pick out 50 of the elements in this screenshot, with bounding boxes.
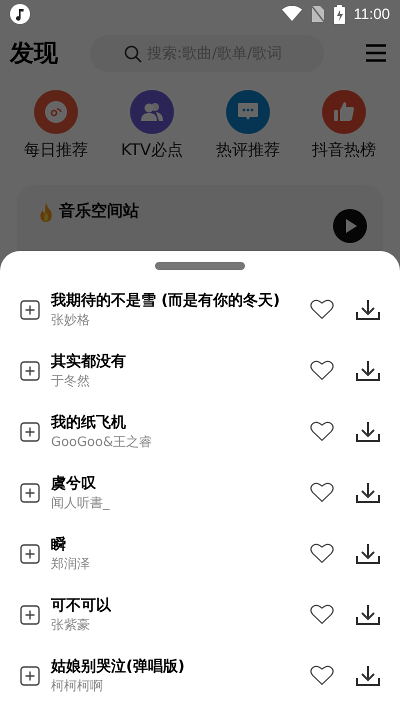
heart-icon[interactable] xyxy=(310,665,334,686)
flame-icon xyxy=(39,202,53,222)
page-title: 发现 xyxy=(10,38,59,69)
category-icon xyxy=(226,90,270,134)
heart-icon[interactable] xyxy=(310,604,334,625)
add-icon[interactable] xyxy=(20,360,40,380)
category-icon xyxy=(34,90,78,134)
heart-icon[interactable] xyxy=(310,421,334,442)
download-icon[interactable] xyxy=(356,604,380,626)
song-title[interactable]: 其实都没有 xyxy=(51,352,304,370)
category-icon xyxy=(322,90,366,134)
download-icon[interactable] xyxy=(356,420,380,442)
no-sim-icon xyxy=(310,5,325,23)
heart-icon[interactable] xyxy=(310,543,334,564)
add-icon[interactable] xyxy=(20,422,40,442)
heart-icon[interactable] xyxy=(310,299,334,320)
add-icon[interactable] xyxy=(20,604,40,624)
artist-name: GooGoo&王之睿 xyxy=(51,434,154,450)
artist-name: 张妙格 xyxy=(51,312,91,328)
status-time: 11:00 xyxy=(354,6,390,22)
artist-name: 郑润泽 xyxy=(51,556,91,572)
artist-name: 闻人听書_ xyxy=(51,494,111,512)
wifi-icon xyxy=(282,6,302,22)
heart-icon[interactable] xyxy=(310,482,334,503)
song-title[interactable]: 瞬 xyxy=(51,534,304,554)
drag-handle[interactable] xyxy=(155,262,245,270)
song-title[interactable]: 可不可以 xyxy=(51,596,304,614)
play-button[interactable] xyxy=(333,209,367,243)
add-icon[interactable] xyxy=(20,482,40,502)
download-icon[interactable] xyxy=(356,360,380,382)
download-icon[interactable] xyxy=(356,298,380,320)
artist-name: 柯柯柯啊 xyxy=(51,678,104,694)
heart-icon[interactable] xyxy=(310,360,334,381)
card-title: 音乐空间站 xyxy=(59,201,139,222)
category-icon xyxy=(130,90,174,134)
download-icon[interactable] xyxy=(356,482,380,504)
search-icon xyxy=(124,44,142,62)
download-icon[interactable] xyxy=(356,542,380,564)
song-title[interactable]: 虞兮叹 xyxy=(51,474,304,492)
download-icon[interactable] xyxy=(356,664,380,686)
battery-icon xyxy=(334,4,345,24)
menu-icon[interactable] xyxy=(366,44,386,62)
song-title[interactable]: 我的纸飞机 xyxy=(51,412,304,432)
add-icon[interactable] xyxy=(20,666,40,686)
add-icon[interactable] xyxy=(20,300,40,320)
music-note-icon xyxy=(10,4,30,24)
song-title[interactable]: 姑娘别哭泣(弹唱版) xyxy=(51,656,304,676)
add-icon[interactable] xyxy=(20,544,40,564)
artist-name: 于冬然 xyxy=(51,372,91,390)
artist-name: 张紫豪 xyxy=(51,616,91,634)
